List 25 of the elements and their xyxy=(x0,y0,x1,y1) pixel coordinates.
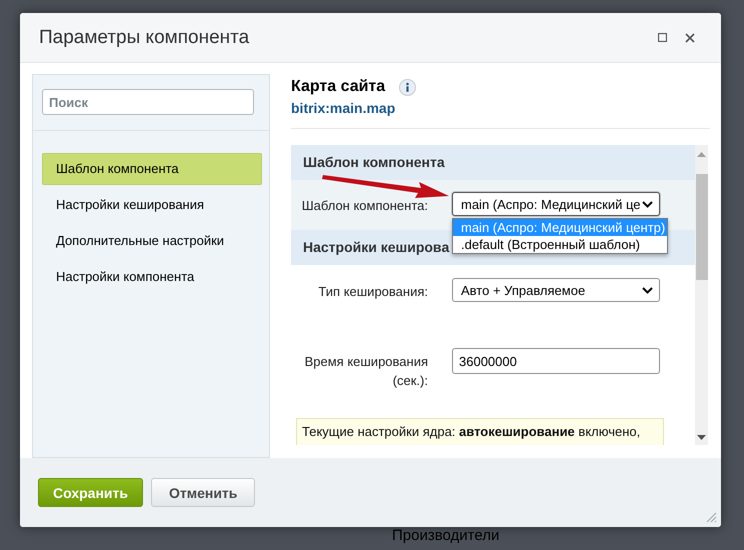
resize-grip-icon[interactable] xyxy=(706,512,717,523)
field-label: Тип кеширования: xyxy=(317,283,429,301)
chevron-icon xyxy=(642,200,653,208)
scroll-down-icon[interactable] xyxy=(697,435,706,441)
info-note: Текущие настройки ядра: автокеширование включено, xyxy=(296,418,664,445)
scrollbar[interactable] xyxy=(695,145,708,445)
component-title: Карта сайта xyxy=(291,78,386,96)
dropdown-select[interactable]: main (Аспро: Медицинский це xyxy=(452,192,660,216)
info-icon[interactable] xyxy=(399,78,416,96)
component-code: bitrix:main.map xyxy=(291,100,396,116)
section-header: Шаблон компонента xyxy=(291,145,695,180)
background-text: Производители xyxy=(392,527,500,544)
chevron-icon xyxy=(642,286,653,294)
dropdown-select[interactable]: Авто + Управляемое xyxy=(452,278,660,302)
dialog-title: Параметры компонента xyxy=(39,26,250,48)
sidebar-item[interactable]: Дополнительные настройки xyxy=(42,225,262,257)
sidebar-item[interactable]: Настройки кеширования xyxy=(42,189,262,221)
text-input[interactable]: 36000000 xyxy=(452,348,660,374)
sidebar-item[interactable]: Шаблон компонента xyxy=(42,153,262,185)
field-label: Время кеширования (сек.): xyxy=(304,353,429,390)
cancel-button[interactable]: Отменить xyxy=(150,478,256,507)
search-field[interactable]: Поиск xyxy=(42,89,254,115)
field-label: Шаблон компонента: xyxy=(300,197,429,215)
sidebar-item[interactable]: Настройки компонента xyxy=(42,261,262,293)
dropdown-option[interactable]: .default (Встроенный шаблон) xyxy=(453,236,667,253)
